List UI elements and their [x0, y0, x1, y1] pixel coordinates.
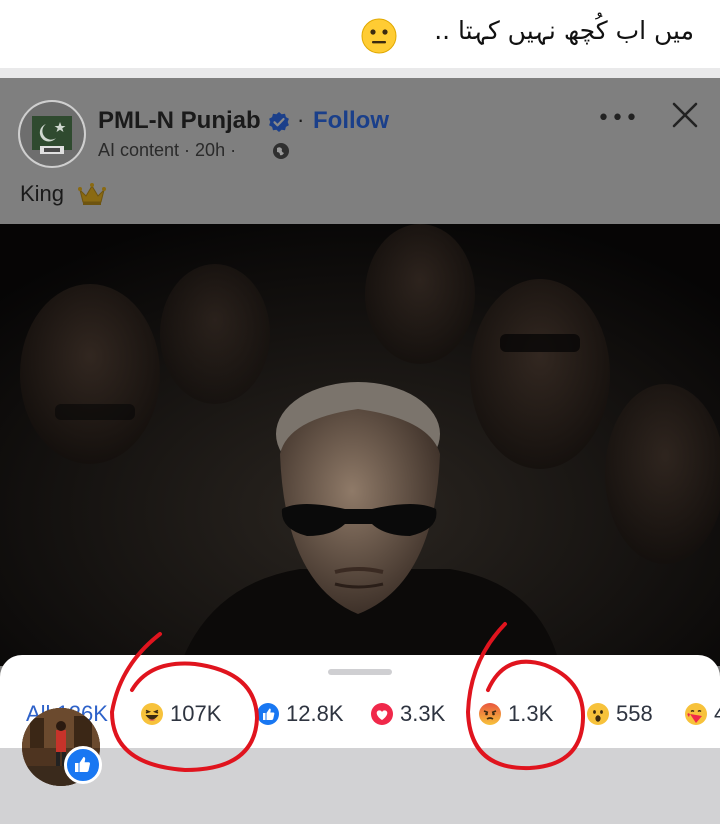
angry-count: 1.3K: [508, 701, 554, 726]
post-meta: AI content · 20h ·: [98, 140, 237, 160]
crown-icon: [78, 183, 106, 205]
love-count: 3.3K: [400, 701, 446, 726]
caption-text: میں اب کُچھ نہیں کہتا ..: [434, 16, 694, 45]
verified-badge-icon: [269, 112, 289, 132]
post-photo[interactable]: [0, 224, 720, 666]
laughing-face-icon: [141, 703, 163, 725]
tab-angry[interactable]: 1.3K: [478, 694, 553, 734]
wow-count: 558: [616, 701, 653, 726]
care-count: 4: [714, 701, 720, 727]
tab-haha[interactable]: 107K: [140, 694, 221, 734]
tab-like[interactable]: 12.8K: [256, 694, 344, 734]
post-photo-image: [0, 224, 720, 666]
reactor-list-area: [0, 748, 720, 824]
thumbs-up-icon: [75, 757, 90, 772]
post-header: PML-N Punjab · Follow AI content · 20h ·…: [0, 78, 720, 224]
tab-care[interactable]: 4: [684, 694, 720, 734]
tab-wow[interactable]: 558: [586, 694, 653, 734]
reactor-like-badge: [64, 746, 102, 784]
neutral-face-icon: [361, 18, 397, 54]
separator-dot: ·: [297, 107, 305, 132]
wow-face-icon: [587, 703, 609, 725]
more-options-icon[interactable]: •••: [597, 106, 639, 131]
follow-button[interactable]: Follow: [313, 107, 389, 135]
page-avatar[interactable]: [18, 100, 86, 168]
tab-love[interactable]: 3.3K: [370, 694, 445, 734]
haha-count: 107K: [170, 701, 222, 726]
like-icon: [257, 703, 279, 725]
close-icon[interactable]: [670, 100, 700, 130]
angry-face-icon: [479, 703, 501, 725]
globe-icon: [273, 143, 289, 159]
caption-bar: میں اب کُچھ نہیں کہتا ..: [0, 0, 720, 68]
divider: [0, 68, 720, 78]
page-name[interactable]: PML-N Punjab: [98, 107, 261, 135]
love-icon: [371, 703, 393, 725]
care-face-icon: [685, 703, 707, 725]
pmln-logo-icon: [20, 102, 84, 166]
like-count: 12.8K: [286, 701, 344, 726]
post-text: King: [20, 181, 65, 206]
reaction-tabs: All 126K 107K 12.8K 3.3K: [0, 694, 720, 734]
sheet-handle[interactable]: [328, 669, 392, 675]
